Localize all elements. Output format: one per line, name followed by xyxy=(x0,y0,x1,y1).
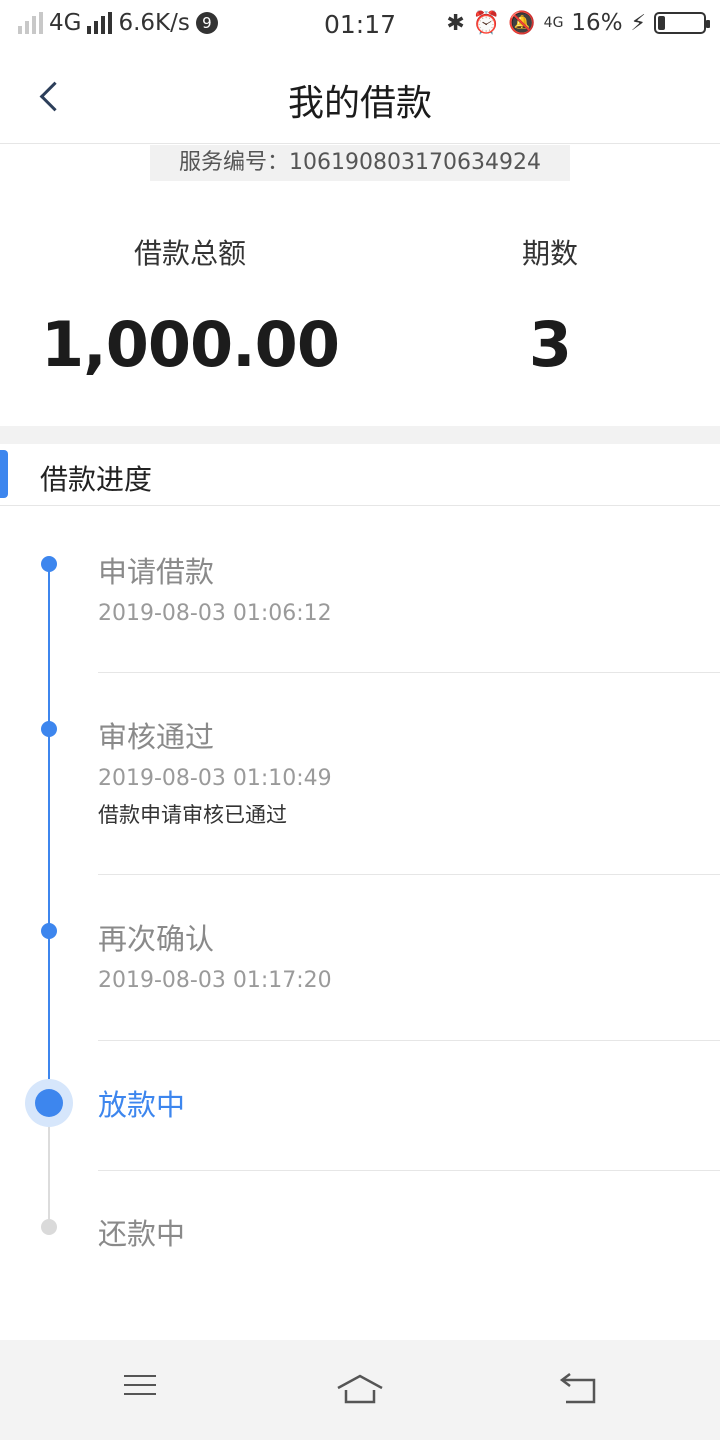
step-divider xyxy=(98,1170,720,1171)
step-time: 2019-08-03 01:10:49 xyxy=(98,766,332,791)
loan-amount-value: 1,000.00 xyxy=(41,308,340,381)
step-name: 还款中 xyxy=(98,1217,186,1251)
step-time: 2019-08-03 01:17:20 xyxy=(98,968,332,993)
timeline-step: 申请借款 2019-08-03 01:06:12 xyxy=(98,549,720,626)
battery-percent: 16% xyxy=(571,10,623,36)
page-title: 我的借款 xyxy=(287,83,432,124)
timeline-step: 再次确认 2019-08-03 01:17:20 xyxy=(98,916,720,993)
loan-amount-label: 借款总额 xyxy=(133,237,246,270)
charging-icon: ⚡ xyxy=(630,10,646,36)
step-divider xyxy=(98,672,720,673)
loan-amount: 借款总额 1,000.00 xyxy=(40,232,340,381)
timeline-node xyxy=(41,721,57,737)
menu-icon[interactable] xyxy=(110,1370,170,1410)
step-time: 2019-08-03 01:06:12 xyxy=(98,601,332,626)
home-icon[interactable] xyxy=(330,1370,390,1410)
bluetooth-icon: ✱ xyxy=(446,10,465,36)
network-type-2: 4G xyxy=(543,15,564,31)
back-icon[interactable] xyxy=(550,1370,610,1410)
timeline-step-pending: 还款中 xyxy=(98,1211,720,1253)
service-number-value: 106190803170634924 xyxy=(289,150,541,175)
progress-section-header: 借款进度 xyxy=(0,444,720,506)
step-name: 再次确认 xyxy=(98,922,215,956)
system-nav-bar xyxy=(0,1340,720,1440)
service-number: 服务编号：106190803170634924 xyxy=(150,145,570,181)
loan-summary: 借款总额 1,000.00 期数 3 xyxy=(0,200,720,426)
step-note: 借款申请审核已通过 xyxy=(98,803,287,827)
loan-periods-value: 3 xyxy=(528,308,572,381)
timeline-node-pending xyxy=(41,1219,57,1235)
service-number-label: 服务编号： xyxy=(179,150,290,175)
progress-section-title: 借款进度 xyxy=(40,463,153,496)
section-divider xyxy=(0,426,720,444)
timeline-node-active xyxy=(35,1089,63,1117)
timeline-node xyxy=(41,923,57,939)
timeline-line-done xyxy=(48,564,50,1103)
battery-icon xyxy=(654,12,710,34)
app-header: 我的借款 xyxy=(0,50,720,144)
progress-timeline: 申请借款 2019-08-03 01:06:12 审核通过 2019-08-03… xyxy=(0,507,720,1337)
step-name: 放款中 xyxy=(98,1088,186,1122)
step-name: 申请借款 xyxy=(98,555,215,589)
timeline-node xyxy=(41,556,57,572)
step-name: 审核通过 xyxy=(98,720,215,754)
step-divider xyxy=(98,874,720,875)
alarm-icon: ⏰ xyxy=(472,10,501,36)
status-bar: 4G 6.6K/s 9 01:17 ✱ ⏰ 🔕 4G 16% ⚡ xyxy=(0,0,720,50)
loan-periods: 期数 3 xyxy=(450,232,650,381)
loan-periods-label: 期数 xyxy=(521,237,578,270)
mute-bell-icon: 🔕 xyxy=(508,10,536,36)
timeline-line-pending xyxy=(48,1117,50,1227)
timeline-step: 审核通过 2019-08-03 01:10:49 借款申请审核已通过 xyxy=(98,714,720,829)
section-accent-bar xyxy=(0,450,8,498)
step-divider xyxy=(98,1040,720,1041)
timeline-step-active: 放款中 xyxy=(98,1082,720,1124)
